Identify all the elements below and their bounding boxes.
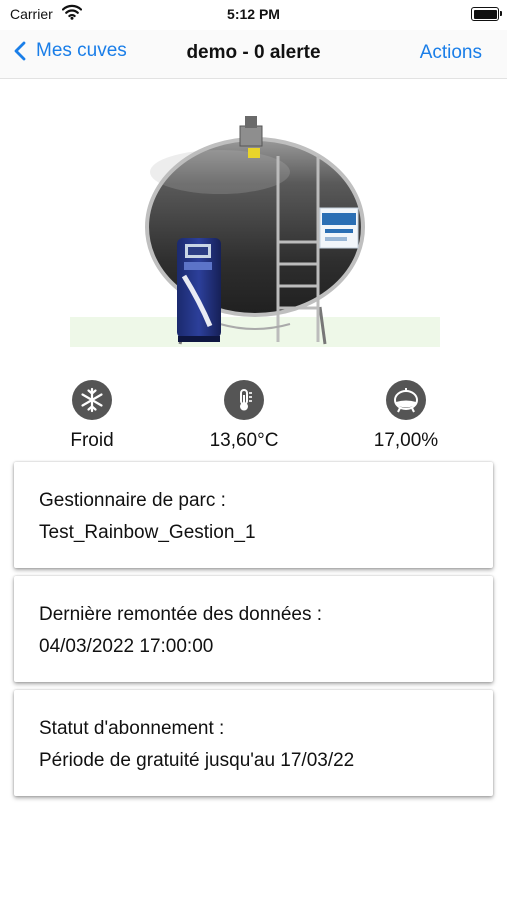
chevron-left-icon — [14, 41, 26, 61]
milk-tank-image — [70, 116, 440, 347]
thermometer-icon — [224, 380, 264, 420]
back-button[interactable]: Mes cuves — [14, 40, 127, 62]
back-button-label: Mes cuves — [36, 40, 127, 61]
metric-fill-level: 17,00% — [336, 380, 476, 452]
subscription-status-card: Statut d'abonnement : Période de gratuit… — [14, 690, 493, 796]
tank-level-icon — [386, 380, 426, 420]
snowflake-icon — [72, 380, 112, 420]
fleet-manager-card: Gestionnaire de parc : Test_Rainbow_Gest… — [14, 462, 493, 568]
battery-icon — [471, 7, 502, 21]
temperature-value: 13,60°C — [209, 430, 279, 451]
actions-button[interactable]: Actions — [420, 42, 482, 64]
subscription-status-value: Période de gratuité jusqu'au 17/03/22 — [39, 750, 355, 771]
fill-level-value: 17,00% — [373, 430, 439, 451]
fleet-manager-title: Gestionnaire de parc : — [39, 490, 226, 511]
status-bar: Carrier 5:12 PM — [0, 0, 507, 30]
tank-metrics: Froid 13,60°C 17,00% — [0, 380, 507, 455]
clock: 5:12 PM — [227, 6, 280, 22]
last-data-upload-card: Dernière remontée des données : 04/03/20… — [14, 576, 493, 682]
last-data-upload-title: Dernière remontée des données : — [39, 604, 323, 625]
navigation-bar: Mes cuves demo - 0 alerte Actions — [0, 30, 507, 79]
subscription-status-title: Statut d'abonnement : — [39, 718, 225, 739]
fleet-manager-value: Test_Rainbow_Gestion_1 — [39, 522, 256, 543]
metric-cooling-mode: Froid — [22, 380, 162, 452]
metric-temperature: 13,60°C — [174, 380, 314, 452]
cooling-mode-label: Froid — [70, 430, 114, 451]
last-data-upload-value: 04/03/2022 17:00:00 — [39, 636, 214, 657]
